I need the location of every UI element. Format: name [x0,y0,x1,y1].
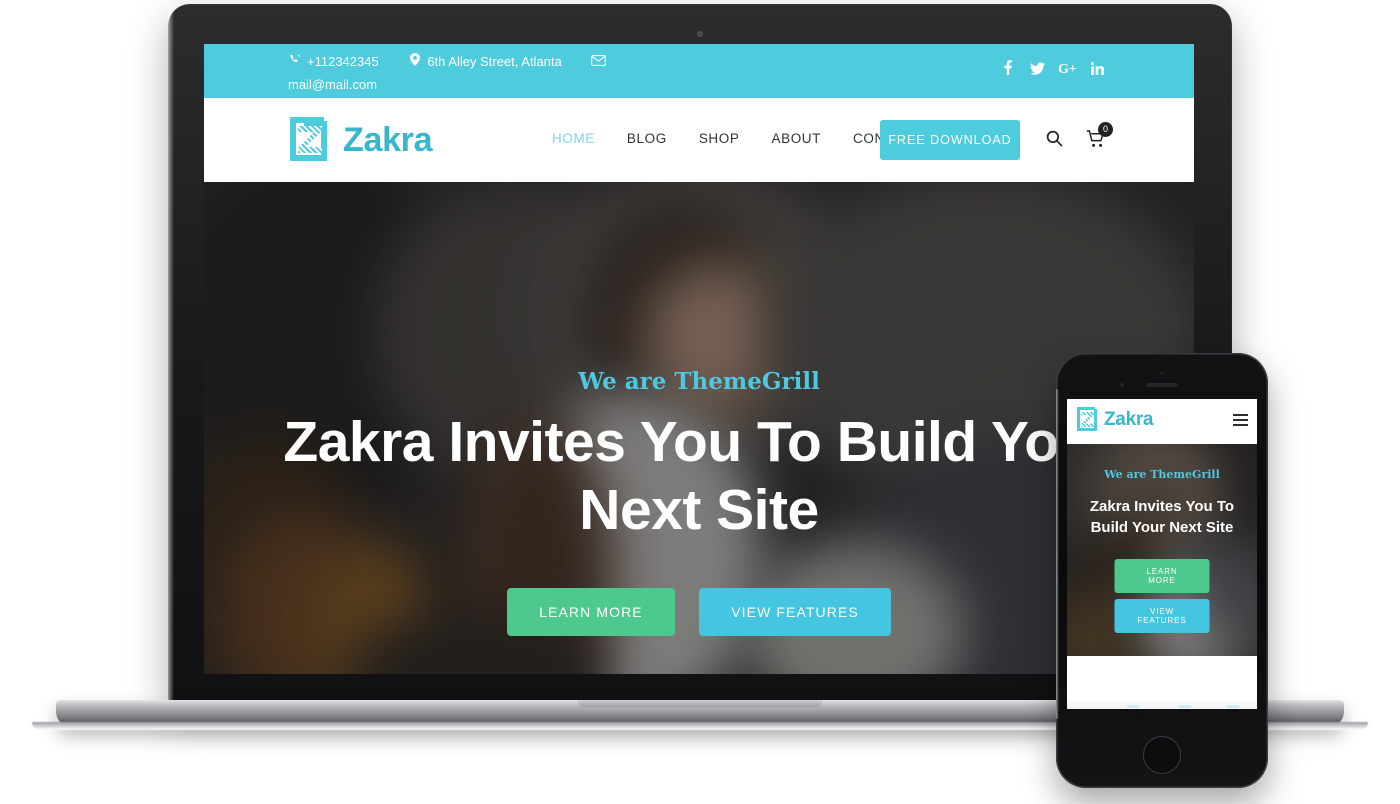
email-address: mail@mail.com [288,77,378,92]
phone-screen: Zakra We are ThemeGrill Zakra Invites Yo… [1067,399,1257,709]
hero-section: We are ThemeGrill Zakra Invites You To B… [204,182,1194,674]
brand-name: Zakra [343,120,433,159]
top-info-bar: +112342345 6th Alley Street, Atlanta mai… [204,44,1194,98]
phone-speaker-icon [1146,383,1178,387]
screenshot-canvas: +112342345 6th Alley Street, Atlanta mai… [0,0,1400,804]
phone-camera-icon [1120,383,1124,387]
facebook-icon[interactable] [995,60,1021,78]
phone-partial-content [1067,701,1257,709]
cart-count-badge: 0 [1098,122,1113,137]
nav-item-shop[interactable]: SHOP [683,131,756,146]
phone-learn-more-button[interactable]: LEARN MORE [1114,559,1210,593]
twitter-icon[interactable] [1025,62,1051,78]
main-navigation-bar: Zakra HOME BLOG SHOP ABOUT CONTACT FREE … [204,98,1194,182]
webcam-icon [697,31,703,37]
phone-mockup: Zakra We are ThemeGrill Zakra Invites Yo… [1056,353,1268,788]
hero-button-group: LEARN MORE VIEW FEATURES [204,588,1194,636]
phone-number: +112342345 [307,54,379,69]
phone-navigation-bar: Zakra [1067,399,1257,444]
zakra-logo-icon [288,115,334,165]
phone-body: Zakra We are ThemeGrill Zakra Invites Yo… [1056,353,1268,788]
phone-sensor-icon [1160,371,1164,375]
phone-icon [288,50,302,73]
search-icon[interactable] [1046,130,1063,152]
phone-hero-subtitle: We are ThemeGrill [1104,468,1220,481]
zakra-logo-icon [1076,406,1100,433]
google-plus-icon[interactable]: G+ [1054,62,1080,78]
phone-content-area [1067,656,1257,709]
linkedin-icon[interactable] [1084,62,1110,78]
laptop-screen: +112342345 6th Alley Street, Atlanta mai… [204,44,1194,674]
phone-hero-section: We are ThemeGrill Zakra Invites You To B… [1067,444,1257,656]
hero-subtitle: We are ThemeGrill [578,368,820,395]
address-text: 6th Alley Street, Atlanta [427,54,562,69]
contact-info-group: +112342345 6th Alley Street, Atlanta mai… [288,50,848,92]
envelope-icon [591,50,607,73]
phone-info[interactable]: +112342345 [288,50,379,73]
phone-site-logo[interactable]: Zakra [1076,406,1154,433]
phone-home-button[interactable] [1143,736,1181,774]
address-info[interactable]: 6th Alley Street, Atlanta [408,50,562,73]
nav-item-blog[interactable]: BLOG [611,131,683,146]
learn-more-button[interactable]: LEARN MORE [507,588,675,636]
nav-menu: HOME BLOG SHOP ABOUT CONTACT [536,131,937,146]
email-info[interactable]: mail@mail.com [288,50,610,92]
phone-hero-content: We are ThemeGrill Zakra Invites You To B… [1067,444,1257,656]
phone-view-features-button[interactable]: VIEW FEATURES [1114,599,1210,633]
nav-item-home[interactable]: HOME [536,131,611,146]
website-viewport: +112342345 6th Alley Street, Atlanta mai… [204,44,1194,674]
phone-hero-title: Zakra Invites You To Build Your Next Sit… [1089,498,1235,536]
phone-brand-name: Zakra [1104,408,1154,430]
social-links: G+ [995,60,1110,78]
site-logo[interactable]: Zakra [288,115,433,165]
location-pin-icon [408,50,422,73]
nav-item-about[interactable]: ABOUT [756,131,838,146]
free-download-button[interactable]: FREE DOWNLOAD [880,120,1020,160]
hamburger-menu-icon[interactable] [1233,414,1248,429]
hero-content: We are ThemeGrill Zakra Invites You To B… [204,182,1194,674]
view-features-button[interactable]: VIEW FEATURES [699,588,891,636]
hero-title: Zakra Invites You To Build Your Next Sit… [283,410,1115,542]
